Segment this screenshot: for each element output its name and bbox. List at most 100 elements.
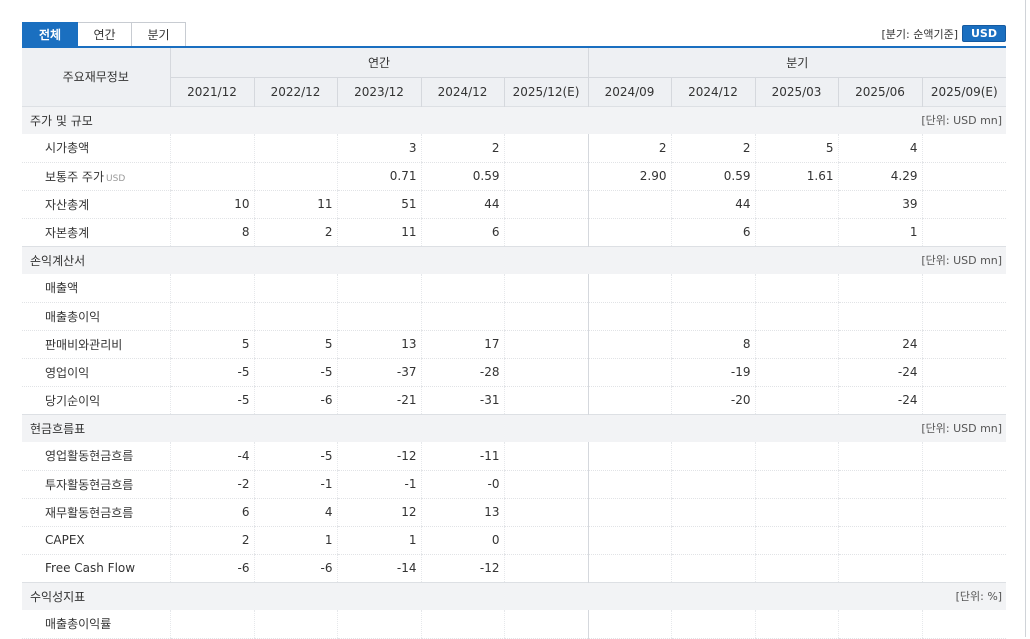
- currency-button[interactable]: USD: [962, 25, 1006, 42]
- table-cell: 2: [670, 134, 756, 163]
- table-cell: 24: [837, 330, 923, 359]
- table-cell: 5: [754, 134, 839, 163]
- row-label: Free Cash Flow: [22, 554, 170, 583]
- table-cell: [503, 134, 589, 163]
- table-cell: [754, 470, 839, 499]
- row-label-text: 자산총계: [45, 197, 90, 212]
- table-row: 판매비와관리비 5 5 13 17 8 24: [22, 330, 1007, 359]
- table-cell: [670, 470, 756, 499]
- table-cell: [503, 330, 589, 359]
- table-row: 매출총이익률: [22, 610, 1007, 639]
- row-label-text: 보통주 주가: [45, 169, 105, 184]
- table-cell: -6: [253, 554, 337, 583]
- table-cell: [670, 274, 756, 303]
- table-row: Free Cash Flow -6 -6 -14 -12: [22, 554, 1007, 583]
- tab-quarter[interactable]: 분기: [132, 22, 186, 46]
- table-cell: 11: [253, 190, 337, 219]
- tab-annual[interactable]: 연간: [78, 22, 132, 46]
- section-title: 주가 및 규모: [22, 105, 589, 134]
- table-cell: [754, 302, 839, 331]
- table-row: 재무활동현금흐름 6 4 12 13: [22, 498, 1007, 527]
- row-label: CAPEX: [22, 526, 170, 555]
- table-cell: [587, 386, 672, 415]
- table-cell: [503, 302, 589, 331]
- table-cell: [420, 302, 504, 331]
- row-label-text: 투자활동현금흐름: [45, 477, 134, 492]
- table-cell: [921, 386, 1007, 415]
- row-label: 매출총이익률: [22, 610, 170, 639]
- table-cell: [670, 498, 756, 527]
- table-cell: 1: [837, 218, 923, 247]
- table-cell: 0.59: [420, 162, 504, 191]
- table-cell: 2: [169, 526, 254, 555]
- table-cell: 39: [837, 190, 923, 219]
- table-cell: 8: [670, 330, 756, 359]
- table-cell: [336, 610, 421, 639]
- table-cell: [336, 302, 421, 331]
- table-cell: [503, 610, 589, 639]
- table-cell: 44: [420, 190, 504, 219]
- table-cell: 4: [837, 134, 923, 163]
- period-header: 2025/09(E): [921, 76, 1007, 106]
- row-label-text: 영업활동현금흐름: [45, 449, 134, 464]
- table-cell: 51: [336, 190, 421, 219]
- table-cell: -5: [253, 442, 337, 471]
- period-header: 2024/12: [670, 76, 756, 106]
- table-cell: [670, 302, 756, 331]
- table-cell: [754, 610, 839, 639]
- table-cell: [253, 302, 337, 331]
- section-unit: [단위: %]: [588, 581, 1007, 610]
- table-cell: [921, 274, 1007, 303]
- table-cell: [169, 162, 254, 191]
- table-cell: [921, 218, 1007, 247]
- table-cell: 6: [420, 218, 504, 247]
- table-cell: [503, 274, 589, 303]
- period-header: 2025/06: [837, 76, 923, 106]
- table-cell: [503, 554, 589, 583]
- row-label: 매출총이익: [22, 302, 170, 331]
- period-header: 2022/12: [253, 76, 337, 106]
- table-cell: [169, 302, 254, 331]
- table-cell: [503, 442, 589, 471]
- table-cell: [253, 610, 337, 639]
- table-cell: [921, 470, 1007, 499]
- table-row: 시가총액 3 2 2 2 5 4: [22, 134, 1007, 163]
- row-label-text: 판매비와관리비: [45, 337, 123, 352]
- row-label-text: 시가총액: [45, 141, 90, 156]
- table-cell: 5: [253, 330, 337, 359]
- table-cell: [503, 470, 589, 499]
- table-cell: [837, 554, 923, 583]
- section-title: 수익성지표: [22, 581, 589, 610]
- table-row: 매출액: [22, 274, 1007, 303]
- table-cell: 2: [253, 218, 337, 247]
- period-header: 2021/12: [169, 76, 254, 106]
- table-cell: [503, 218, 589, 247]
- table-cell: [921, 526, 1007, 555]
- table-cell: 12: [336, 498, 421, 527]
- table-cell: -5: [253, 358, 337, 387]
- section-unit: [단위: USD mn]: [588, 413, 1007, 442]
- table-cell: [670, 610, 756, 639]
- table-cell: [253, 274, 337, 303]
- table-cell: 3: [336, 134, 421, 163]
- table-cell: [587, 554, 672, 583]
- table-cell: [169, 610, 254, 639]
- tab-all[interactable]: 전체: [22, 22, 78, 46]
- table-cell: [503, 358, 589, 387]
- table-row: CAPEX 2 1 1 0: [22, 526, 1007, 555]
- table-cell: 0.59: [670, 162, 756, 191]
- table-cell: -11: [420, 442, 504, 471]
- row-label: 영업활동현금흐름: [22, 442, 170, 471]
- table-cell: [587, 442, 672, 471]
- table-cell: -12: [420, 554, 504, 583]
- row-label-text: CAPEX: [45, 533, 85, 547]
- table-cell: [754, 386, 839, 415]
- table-cell: [754, 498, 839, 527]
- row-label: 보통주 주가 USD: [22, 162, 170, 191]
- table-cell: [503, 162, 589, 191]
- table-cell: -19: [670, 358, 756, 387]
- table-cell: [169, 134, 254, 163]
- table-cell: [837, 470, 923, 499]
- table-cell: [921, 190, 1007, 219]
- row-label: 판매비와관리비: [22, 330, 170, 359]
